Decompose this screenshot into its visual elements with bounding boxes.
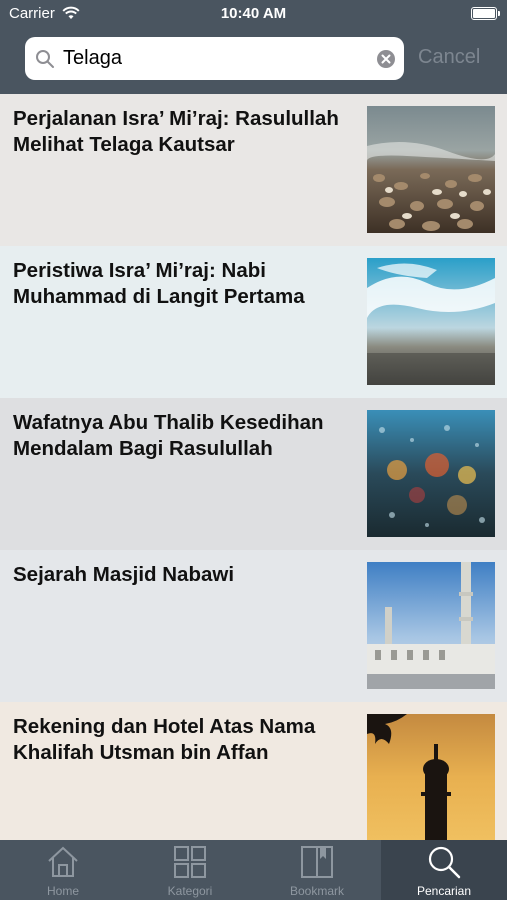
clear-search-icon[interactable] [376,49,396,69]
tab-pencarian[interactable]: Pencarian [381,840,507,900]
article-title: Sejarah Masjid Nabawi [13,563,235,586]
tab-label: Home [46,884,79,898]
tab-bookmark[interactable]: Bookmark [254,840,380,900]
article-title: Perjalanan Isra’ Mi’raj: Rasulullah Meli… [13,107,339,156]
tab-label: Pencarian [416,884,472,898]
magnifier-icon [36,50,54,68]
tab-home[interactable]: Home [0,840,126,900]
battery-icon [471,7,500,20]
status-bar: Carrier 10:40 AM [0,0,507,28]
search-icon [428,846,461,879]
home-icon [48,846,78,877]
tab-bar: Home Kategori Bookmark Pencarian [0,840,507,900]
article-title: Peristiwa Isra’ Mi’raj: Nabi Muhammad di… [13,259,305,308]
article-thumbnail [367,714,495,840]
book-icon [301,846,333,878]
article-thumbnail [367,562,495,689]
cancel-button[interactable]: Cancel [418,46,480,69]
search-input[interactable]: Telaga [63,37,122,80]
list-item[interactable]: Perjalanan Isra’ Mi’raj: Rasulullah Meli… [0,94,507,246]
tab-kategori[interactable]: Kategori [127,840,253,900]
article-title: Wafatnya Abu Thalib Kesedihan Mendalam B… [13,411,324,460]
article-title: Rekening dan Hotel Atas Nama Khalifah Ut… [13,715,316,764]
grid-icon [174,846,206,878]
search-results-list: Perjalanan Isra’ Mi’raj: Rasulullah Meli… [0,94,507,840]
tab-label: Bookmark [289,884,345,898]
clock: 10:40 AM [220,5,287,22]
list-item[interactable]: Wafatnya Abu Thalib Kesedihan Mendalam B… [0,398,507,550]
list-item[interactable]: Rekening dan Hotel Atas Nama Khalifah Ut… [0,702,507,840]
tab-label: Kategori [167,884,213,898]
list-item[interactable]: Sejarah Masjid Nabawi [0,550,507,702]
article-thumbnail [367,410,495,537]
search-field[interactable]: Telaga [25,37,404,80]
article-thumbnail [367,106,495,233]
list-item[interactable]: Peristiwa Isra’ Mi’raj: Nabi Muhammad di… [0,246,507,398]
article-thumbnail [367,258,495,385]
navigation-bar: Carrier 10:40 AM Telaga Cancel [0,0,507,94]
